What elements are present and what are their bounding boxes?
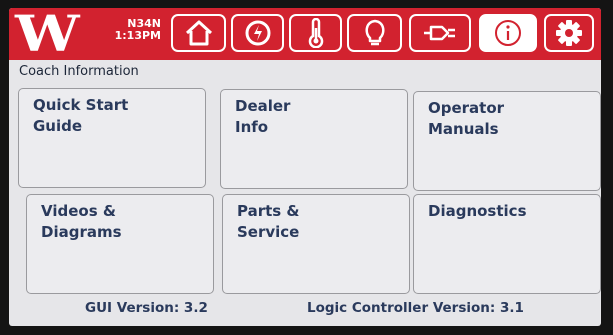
gear-icon <box>556 20 582 46</box>
tile-videos-diagrams[interactable]: Videos & Diagrams <box>26 194 214 294</box>
settings-button[interactable] <box>544 14 594 52</box>
power-button[interactable] <box>231 14 284 52</box>
touchscreen: W N34N 1:13PM Coach Information Quick St… <box>9 8 601 326</box>
brand-logo: W <box>15 8 80 63</box>
tile-label: Videos & Diagrams <box>41 202 122 241</box>
home-icon <box>185 20 212 46</box>
page-title: Coach Information <box>19 64 139 79</box>
tile-label: Dealer Info <box>235 97 291 136</box>
tile-label: Diagnostics <box>428 202 527 220</box>
tile-quick-start-guide[interactable]: Quick Start Guide <box>18 88 206 188</box>
gui-version: GUI Version: 3.2 <box>85 300 208 316</box>
power-source-button[interactable] <box>409 14 471 52</box>
tile-dealer-info[interactable]: Dealer Info <box>220 89 408 189</box>
clock-time: 1:13PM <box>114 29 161 42</box>
tile-label: Operator Manuals <box>428 99 505 138</box>
thermometer-icon <box>308 18 323 48</box>
lighting-button[interactable] <box>347 14 402 52</box>
status-readout: N34N 1:13PM <box>91 18 161 42</box>
climate-button[interactable] <box>289 14 342 52</box>
tile-operator-manuals[interactable]: Operator Manuals <box>413 91 601 191</box>
power-icon <box>245 20 270 46</box>
tile-label: Quick Start Guide <box>33 96 129 135</box>
tile-diagnostics[interactable]: Diagnostics <box>413 194 601 294</box>
tile-parts-service[interactable]: Parts & Service <box>222 194 410 294</box>
info-button[interactable] <box>479 14 537 52</box>
info-icon <box>495 20 521 46</box>
tile-label: Parts & Service <box>237 202 300 241</box>
home-button[interactable] <box>171 14 226 52</box>
plug-icon <box>424 25 455 41</box>
top-bar: W N34N 1:13PM <box>9 8 601 60</box>
lightbulb-icon <box>364 19 385 46</box>
logic-controller-version: Logic Controller Version: 3.1 <box>307 300 524 316</box>
